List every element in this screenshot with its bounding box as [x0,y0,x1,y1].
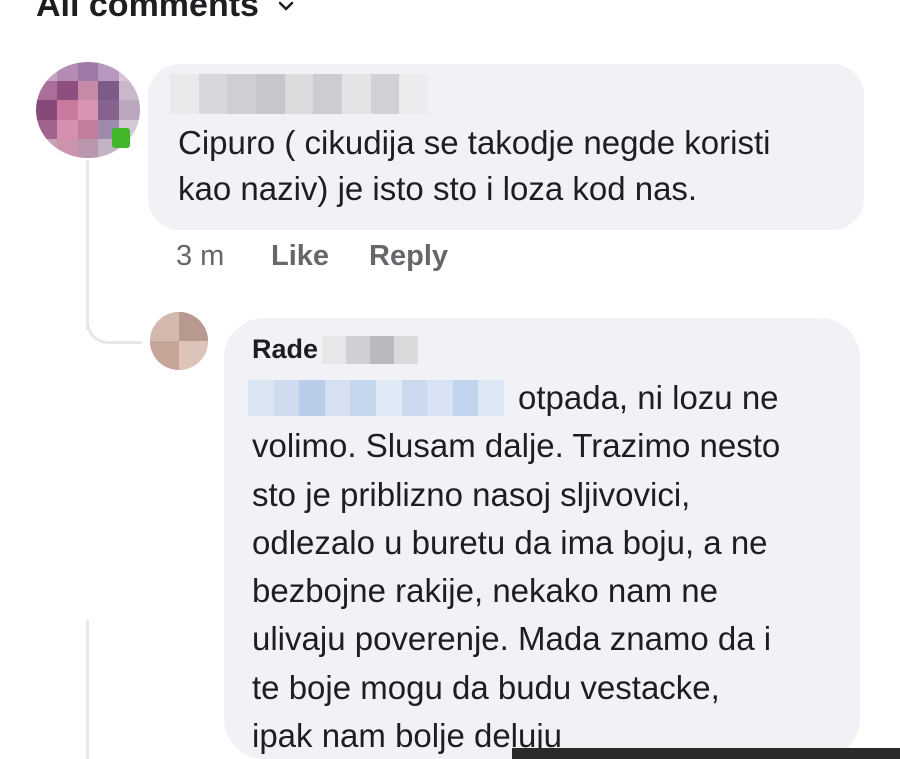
reply-avatar[interactable] [150,312,208,370]
reply-text-line: bezbojne rakije, nekako nam ne [252,572,718,610]
obscured-surname [322,335,419,364]
thread-connector-lower [86,620,89,759]
reply-text-line: te boje mogu da budu vestacke, [252,668,720,706]
watermark-strip [512,748,900,759]
reply-text-line: otpada, ni lozu ne [518,379,779,416]
chevron-down-icon[interactable] [277,0,295,15]
comments-filter[interactable]: All comments [36,0,295,25]
comments-filter-label: All comments [36,0,259,24]
online-status-indicator [112,128,130,148]
reply-author[interactable]: Rade [252,334,419,365]
thread-connector-curve [86,300,142,344]
reply-button[interactable]: Reply [369,240,448,273]
reply-text-line: volimo. Slusam dalje. Trazimo nesto [252,427,781,465]
obscured-author-name[interactable] [170,74,429,114]
reply-text-line: ulivaju poverenje. Mada znamo da i [252,620,772,658]
reply-author-name: Rade [252,334,319,364]
reply-text-line: odlezalo u buretu da ima boju, a ne [252,523,768,561]
reply-text: otpada, ni lozu ne volimo. Slusam dalje.… [252,374,852,759]
reply-text-line: sto je priblizno nasoj sljivovici, [252,475,691,513]
comment-timestamp: 3 m [176,240,225,272]
like-button[interactable]: Like [271,240,329,273]
comment-actions: 3 m Like Reply [176,240,488,273]
comment-text: Cipuro ( cikudija se takodje negde koris… [178,124,771,207]
